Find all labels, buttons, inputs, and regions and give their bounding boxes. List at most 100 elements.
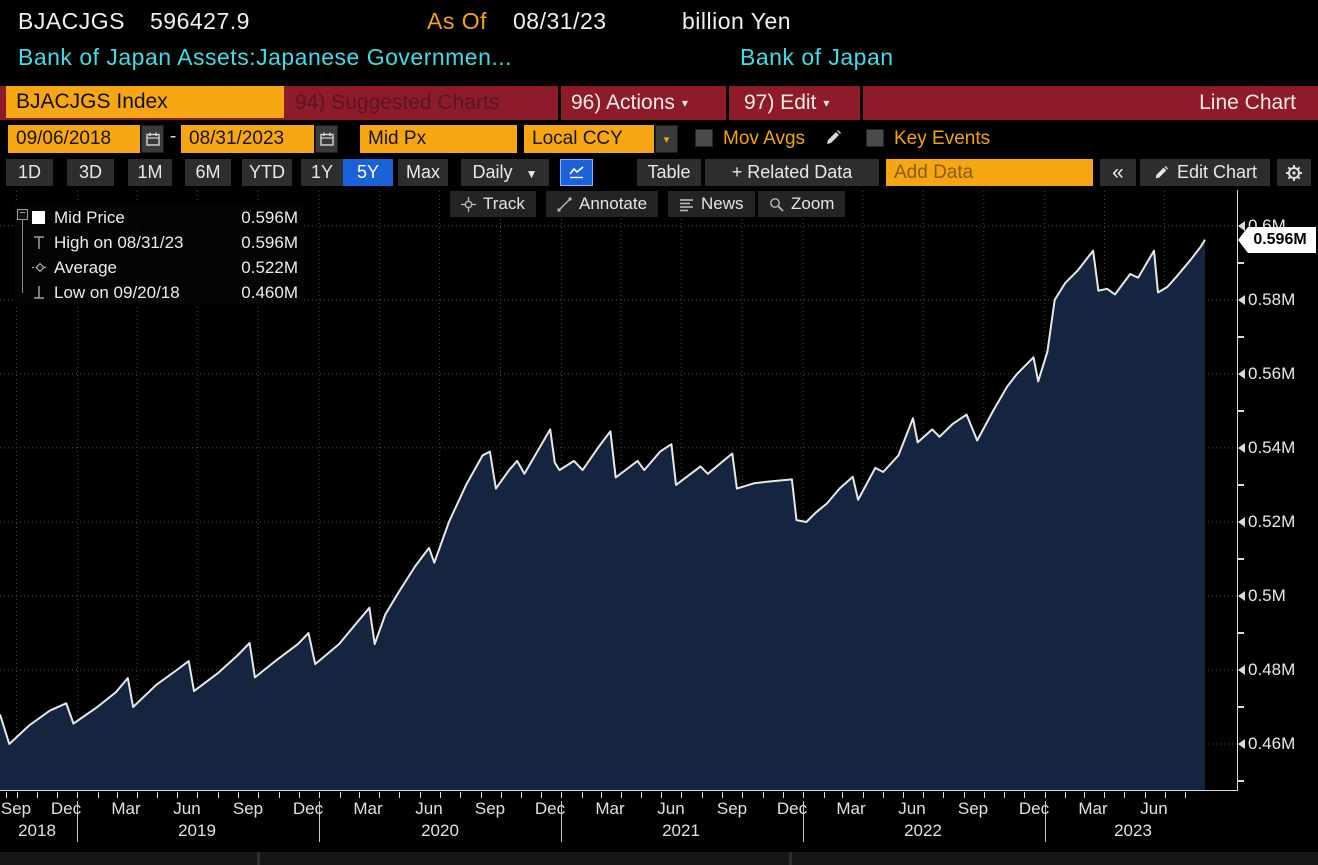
end-date-field[interactable]: 08/31/2023 bbox=[181, 125, 314, 153]
x-minor-tick bbox=[57, 792, 58, 798]
chart-legend: − Mid Price 0.596M High on 08/31/23 0.59… bbox=[14, 203, 304, 304]
start-date-field[interactable]: 09/06/2018 bbox=[8, 125, 140, 153]
security-field[interactable]: BJACJGS Index bbox=[6, 86, 284, 118]
magnifier-icon bbox=[769, 197, 784, 212]
x-month-label: Sep bbox=[475, 799, 505, 819]
x-minor-tick bbox=[177, 792, 178, 798]
divider bbox=[789, 852, 792, 865]
x-minor-tick bbox=[964, 792, 965, 798]
zoom-button[interactable]: Zoom bbox=[758, 191, 845, 217]
news-button[interactable]: News bbox=[668, 191, 755, 217]
table-button[interactable]: Table bbox=[637, 159, 701, 186]
x-minor-tick bbox=[824, 792, 825, 798]
x-year-label: 2019 bbox=[178, 821, 216, 841]
currency-selector[interactable]: Local CCY bbox=[524, 125, 654, 153]
last-price-tag: 0.596M bbox=[1238, 227, 1316, 253]
pencil-icon[interactable] bbox=[824, 129, 842, 147]
legend-row-mid-price[interactable]: Mid Price 0.596M bbox=[14, 205, 304, 230]
x-minor-tick bbox=[1004, 792, 1005, 798]
period-button-1d[interactable]: 1D bbox=[6, 159, 53, 186]
key-events-checkbox[interactable] bbox=[866, 129, 884, 147]
x-month-label: Sep bbox=[233, 799, 263, 819]
price-area-fill bbox=[0, 240, 1205, 791]
bottom-status-strip bbox=[0, 852, 1318, 865]
y-tick-arrow-icon bbox=[1238, 369, 1245, 379]
edit-menu-button[interactable]: 97) Edit▾ bbox=[744, 86, 829, 120]
x-minor-tick bbox=[883, 792, 884, 798]
x-month-label: Dec bbox=[51, 799, 81, 819]
suggested-charts-button[interactable]: 94) Suggested Charts bbox=[295, 86, 499, 120]
period-button-max[interactable]: Max bbox=[398, 159, 448, 186]
year-divider bbox=[319, 801, 320, 842]
y-tick-arrow-icon bbox=[1238, 739, 1245, 749]
x-minor-tick bbox=[440, 792, 441, 798]
bloomberg-terminal-screen: BJACJGS 596427.9 As Of 08/31/23 billion … bbox=[0, 0, 1318, 865]
end-date-calendar-button[interactable] bbox=[315, 125, 338, 153]
x-month-label: Jun bbox=[1140, 799, 1167, 819]
related-data-button[interactable]: + Related Data bbox=[705, 159, 879, 186]
date-range-separator: - bbox=[170, 126, 176, 148]
security-description: Bank of Japan Assets:Japanese Governmen.… bbox=[18, 44, 512, 71]
x-minor-tick bbox=[37, 792, 38, 798]
x-month-label: Dec bbox=[777, 799, 807, 819]
y-tick-label: 0.5M bbox=[1248, 586, 1286, 606]
period-button-6m[interactable]: 6M bbox=[185, 159, 231, 186]
mov-avgs-checkbox[interactable] bbox=[695, 129, 713, 147]
y-tick-arrow-icon bbox=[1238, 517, 1245, 527]
year-divider bbox=[803, 801, 804, 842]
as-of-label: As Of bbox=[427, 8, 487, 35]
x-minor-tick bbox=[1145, 792, 1146, 798]
period-button-ytd[interactable]: YTD bbox=[242, 159, 292, 186]
divider bbox=[558, 86, 561, 120]
edit-chart-button[interactable]: Edit Chart bbox=[1140, 159, 1270, 186]
key-events-label: Key Events bbox=[894, 126, 990, 152]
actions-menu-button[interactable]: 96) Actions▾ bbox=[571, 86, 688, 120]
chart-type-button[interactable] bbox=[560, 159, 593, 186]
x-minor-tick bbox=[319, 792, 320, 798]
chart-settings-button[interactable] bbox=[1277, 159, 1311, 186]
y-tick-label: 0.46M bbox=[1248, 734, 1295, 754]
y-minor-tick bbox=[1238, 780, 1244, 782]
x-minor-tick bbox=[279, 792, 280, 798]
x-month-label: Jun bbox=[173, 799, 200, 819]
legend-row-low[interactable]: Low on 09/20/18 0.460M bbox=[14, 280, 304, 305]
collapse-panel-button[interactable]: « bbox=[1100, 159, 1136, 186]
period-button-1y[interactable]: 1Y bbox=[301, 159, 343, 186]
high-marker-icon bbox=[32, 235, 46, 250]
x-minor-tick bbox=[117, 792, 118, 798]
annotate-button[interactable]: Annotate bbox=[546, 191, 658, 217]
x-month-label: Jun bbox=[657, 799, 684, 819]
legend-row-high[interactable]: High on 08/31/23 0.596M bbox=[14, 230, 304, 255]
start-date-calendar-button[interactable] bbox=[141, 125, 164, 153]
price-field-selector[interactable]: Mid Px bbox=[360, 125, 517, 153]
currency-dropdown-button[interactable]: ▾ bbox=[655, 125, 678, 153]
last-value: 596427.9 bbox=[150, 8, 250, 35]
x-minor-tick bbox=[561, 792, 562, 798]
mov-avgs-label: Mov Avgs bbox=[723, 126, 805, 152]
track-button[interactable]: Track bbox=[450, 191, 536, 217]
x-minor-tick bbox=[1084, 792, 1085, 798]
period-button-1m[interactable]: 1M bbox=[128, 159, 172, 186]
x-month-label: Jun bbox=[415, 799, 442, 819]
x-minor-tick bbox=[943, 792, 944, 798]
period-button-5y-selected[interactable]: 5Y bbox=[343, 159, 393, 186]
chevron-down-icon: ▾ bbox=[682, 96, 688, 110]
y-minor-tick bbox=[1238, 558, 1244, 560]
x-minor-tick bbox=[379, 792, 380, 798]
x-minor-tick bbox=[157, 792, 158, 798]
x-month-label: Mar bbox=[111, 799, 140, 819]
y-tick-arrow-icon bbox=[1238, 295, 1245, 305]
x-minor-tick bbox=[299, 792, 300, 798]
track-crosshair-icon bbox=[461, 197, 476, 212]
y-minor-tick bbox=[1238, 484, 1244, 486]
add-data-input[interactable] bbox=[886, 159, 1093, 186]
period-button-3d[interactable]: 3D bbox=[67, 159, 114, 186]
legend-row-average[interactable]: Average 0.522M bbox=[14, 255, 304, 280]
x-minor-tick bbox=[763, 792, 764, 798]
divider bbox=[860, 86, 863, 120]
x-minor-tick bbox=[420, 792, 421, 798]
frequency-dropdown[interactable]: Daily ▼ bbox=[461, 159, 549, 186]
data-source: Bank of Japan bbox=[740, 44, 894, 71]
x-year-label: 2018 bbox=[18, 821, 56, 841]
line-chart-icon bbox=[568, 165, 586, 180]
